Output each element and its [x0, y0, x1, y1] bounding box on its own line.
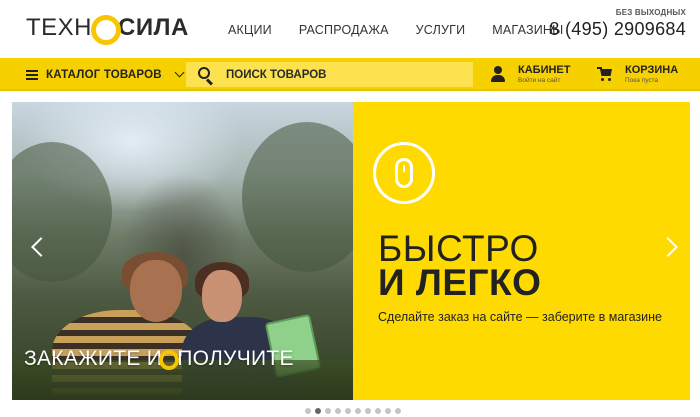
cart-icon	[597, 67, 613, 83]
headline-line1: БЫСТРО	[378, 228, 539, 269]
slider-dot[interactable]	[355, 408, 361, 414]
phone-note: БЕЗ ВЫХОДНЫХ	[615, 8, 686, 17]
logo-ring-icon	[91, 15, 122, 45]
man-head	[130, 260, 182, 322]
site-header: ТЕХН СИЛА АКЦИИ РАСПРОДАЖА УСЛУГИ МАГАЗИ…	[0, 0, 700, 58]
mouse-icon	[373, 142, 435, 204]
slider-dot[interactable]	[385, 408, 391, 414]
main-toolbar: КАТАЛОГ ТОВАРОВ КАБИНЕТ Войти на сайт КО…	[0, 58, 700, 91]
cart-link[interactable]: КОРЗИНА Пока пуста	[597, 64, 678, 85]
slider-dot[interactable]	[395, 408, 401, 414]
chevron-down-icon	[174, 67, 185, 77]
search-icon[interactable]	[198, 66, 214, 86]
nav-link-promotions[interactable]: АКЦИИ	[228, 23, 272, 37]
slider-dot[interactable]	[375, 408, 381, 414]
user-icon	[491, 66, 505, 82]
banner-yellow-panel: БЫСТРО И ЛЕГКО Сделайте заказ на сайте —…	[353, 102, 690, 400]
search-box	[186, 62, 473, 87]
banner-slogan: ЗАКАЖИТЕ И ПОЛУЧИТЕ	[24, 347, 294, 371]
slider-dot[interactable]	[365, 408, 371, 414]
promo-banner[interactable]: ЗАКАЖИТЕ И ПОЛУЧИТЕ БЫСТРО И ЛЕГКО Сдела…	[12, 102, 690, 400]
nav-link-sale[interactable]: РАСПРОДАЖА	[299, 23, 389, 37]
menu-icon	[26, 69, 38, 80]
phone-number[interactable]: 8 (495) 2909684	[549, 19, 686, 40]
catalog-label: КАТАЛОГ ТОВАРОВ	[46, 68, 162, 81]
nav-link-services[interactable]: УСЛУГИ	[416, 23, 466, 37]
slogan-right: ПОЛУЧИТЕ	[177, 347, 294, 370]
background-tree	[12, 142, 112, 282]
logo-text-part2: СИЛА	[118, 14, 189, 41]
slider-dot[interactable]	[335, 408, 341, 414]
slider-dot[interactable]	[315, 408, 321, 414]
slider-dot[interactable]	[305, 408, 311, 414]
woman-head	[202, 270, 242, 322]
logo[interactable]: ТЕХН СИЛА	[26, 11, 189, 45]
slider-pagination	[305, 408, 401, 414]
catalog-button[interactable]: КАТАЛОГ ТОВАРОВ	[26, 58, 185, 91]
logo-text-part1: ТЕХН	[26, 14, 93, 41]
slider-dot[interactable]	[345, 408, 351, 414]
banner-subline: Сделайте заказ на сайте — заберите в маг…	[378, 310, 662, 324]
slider-dot[interactable]	[325, 408, 331, 414]
cart-subtitle: Пока пуста	[625, 77, 659, 84]
cabinet-title: КАБИНЕТ	[518, 64, 571, 76]
cabinet-subtitle: Войти на сайт	[518, 77, 561, 84]
banner-headline: БЫСТРО И ЛЕГКО	[378, 228, 542, 303]
cart-title: КОРЗИНА	[625, 64, 679, 76]
cabinet-link[interactable]: КАБИНЕТ Войти на сайт	[491, 64, 570, 85]
headline-line2: И ЛЕГКО	[378, 262, 542, 303]
search-input[interactable]	[226, 68, 446, 81]
slogan-left: ЗАКАЖИТЕ И	[24, 347, 163, 370]
phone-block: БЕЗ ВЫХОДНЫХ 8 (495) 2909684	[549, 8, 686, 40]
top-navigation: АКЦИИ РАСПРОДАЖА УСЛУГИ МАГАЗИНЫ	[228, 23, 590, 37]
